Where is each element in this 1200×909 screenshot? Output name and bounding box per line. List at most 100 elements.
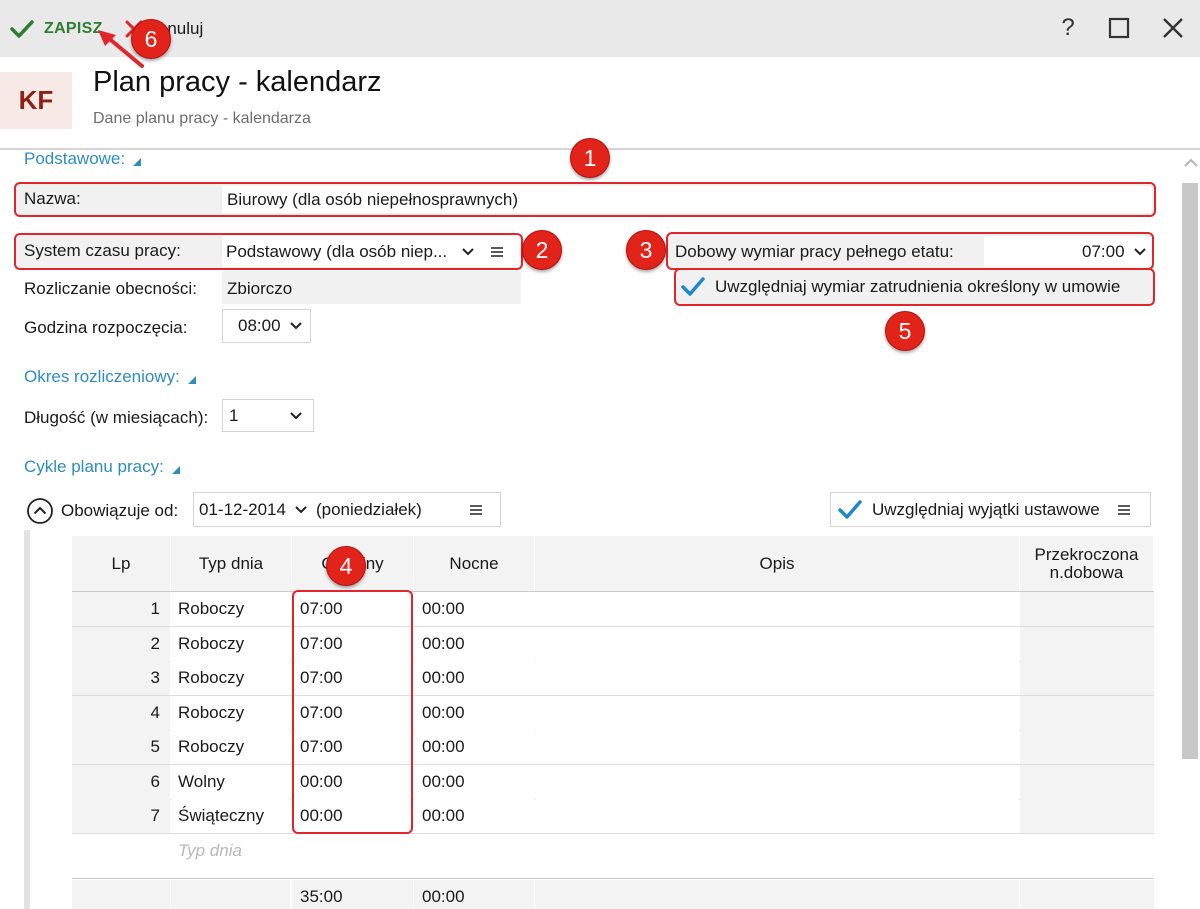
cell-exceeded — [1020, 799, 1154, 833]
total-hours: 35:00 — [292, 879, 413, 909]
cell-day-type[interactable]: Roboczy — [171, 626, 290, 661]
valid-from-label: Obowiązuje od: — [61, 501, 179, 520]
menu-icon[interactable] — [469, 504, 482, 516]
total-lp — [72, 879, 170, 909]
module-logo: KF — [0, 72, 72, 129]
annotation-box-3 — [666, 232, 1154, 270]
cell-day-type[interactable]: Roboczy — [171, 592, 290, 626]
cell-day-type[interactable]: Roboczy — [171, 661, 290, 695]
settlement-label: Rozliczanie obecności: — [24, 279, 197, 298]
cell-description[interactable] — [535, 799, 1019, 833]
days-table: Lp Typ dnia Godziny Nocne Opis Przekrocz… — [72, 536, 1154, 909]
cell-exceeded — [1020, 695, 1154, 730]
scrollbar-thumb[interactable] — [1182, 183, 1198, 759]
start-hour-select[interactable]: 08:00 — [222, 309, 311, 343]
length-select[interactable]: 1 — [222, 399, 314, 432]
cell-day-type[interactable]: Roboczy — [171, 695, 290, 730]
cell-night[interactable]: 00:00 — [414, 626, 534, 661]
section-period-label: Okres rozliczeniowy: — [24, 367, 180, 386]
maximize-button[interactable] — [1104, 13, 1134, 43]
cell-lp: 5 — [72, 730, 170, 764]
valid-from-select[interactable]: 01-12-2014 (poniedziałek) — [193, 492, 501, 527]
start-hour-value: 08:00 — [238, 316, 281, 335]
annotation-badge-5: 5 — [885, 311, 925, 351]
annotation-box-5 — [674, 268, 1155, 306]
help-icon: ? — [1061, 14, 1075, 41]
cell-night[interactable]: 00:00 — [414, 764, 534, 799]
valid-from-value: 01-12-2014 — [199, 499, 286, 519]
length-label: Długość (w miesiącach): — [24, 408, 209, 427]
page-subtitle: Dane planu pracy - kalendarza — [93, 110, 311, 127]
annotation-badge-3: 3 — [626, 230, 666, 270]
column-header-lp[interactable]: Lp — [72, 536, 171, 591]
collapse-triangle-icon — [171, 466, 180, 474]
checkmark-icon — [10, 20, 34, 38]
cell-description[interactable] — [535, 695, 1019, 730]
cell-lp: 4 — [72, 695, 170, 730]
cell-day-type[interactable]: Roboczy — [171, 730, 290, 764]
cell-exceeded — [1020, 764, 1154, 799]
annotation-badge-4: 4 — [326, 546, 366, 586]
save-button[interactable]: ZAPISZ — [10, 16, 103, 42]
cell-exceeded — [1020, 661, 1154, 695]
length-value: 1 — [229, 405, 239, 425]
cell-day-type[interactable]: Świąteczny — [171, 799, 290, 833]
chevron-up-circle-icon — [27, 498, 53, 524]
cell-exceeded — [1020, 592, 1154, 626]
column-header-description[interactable]: Opis — [535, 536, 1020, 591]
help-button[interactable]: ? — [1053, 13, 1083, 43]
start-hour-label: Godzina rozpoczęcia: — [24, 318, 188, 337]
section-cycles-label: Cykle planu pracy: — [24, 457, 164, 476]
cycle-group-bar — [24, 530, 30, 909]
cell-description[interactable] — [535, 626, 1019, 661]
section-cycles[interactable]: Cykle planu pracy: — [24, 457, 180, 477]
valid-from-day: (poniedziałek) — [315, 499, 422, 519]
close-window-button[interactable] — [1158, 13, 1188, 43]
total-description — [535, 879, 1019, 909]
cell-night[interactable]: 00:00 — [414, 730, 534, 764]
total-night: 00:00 — [414, 879, 534, 909]
scroll-up-button[interactable] — [1181, 152, 1200, 172]
annotation-badge-6: 6 — [131, 19, 171, 59]
chevron-down-icon — [295, 505, 307, 513]
collapse-cycle-button[interactable] — [26, 497, 54, 530]
chevron-down-icon — [289, 322, 302, 330]
menu-icon[interactable] — [1117, 504, 1130, 516]
cell-night[interactable]: 00:00 — [414, 695, 534, 730]
chevron-down-icon — [290, 411, 302, 419]
cell-description[interactable] — [535, 592, 1019, 626]
collapse-triangle-icon — [133, 158, 142, 166]
section-period[interactable]: Okres rozliczeniowy: — [24, 367, 196, 387]
exceptions-checkbox-label: Uwzględniaj wyjątki ustawowe — [872, 499, 1100, 519]
totals-divider — [72, 877, 1154, 879]
annotation-badge-2: 2 — [522, 230, 562, 270]
checkmark-icon — [838, 499, 862, 519]
new-row-day-type-input[interactable]: Typ dnia — [171, 833, 290, 868]
annotation-box-4 — [292, 590, 413, 834]
toolbar: ZAPISZ Anuluj ? — [0, 0, 1200, 57]
total-day-type — [171, 879, 290, 909]
column-header-day-type[interactable]: Typ dnia — [171, 536, 292, 591]
column-header-exceeded-daily-norm[interactable]: Przekroczona n.dobowa — [1020, 536, 1154, 591]
cell-exceeded — [1020, 730, 1154, 764]
cell-night[interactable]: 00:00 — [414, 799, 534, 833]
section-basic-label: Podstawowe: — [24, 149, 126, 168]
maximize-icon — [1108, 17, 1130, 39]
cell-description[interactable] — [535, 764, 1019, 799]
annotation-box-2 — [14, 233, 523, 270]
collapse-triangle-icon — [187, 376, 196, 384]
annotation-badge-1: 1 — [570, 138, 610, 178]
settlement-value: Zbiorczo — [227, 279, 293, 298]
cell-lp: 1 — [72, 592, 170, 626]
section-basic[interactable]: Podstawowe: — [24, 149, 142, 169]
column-header-night[interactable]: Nocne — [414, 536, 535, 591]
cell-description[interactable] — [535, 661, 1019, 695]
cell-lp: 7 — [72, 799, 170, 833]
cell-night[interactable]: 00:00 — [414, 592, 534, 626]
cell-night[interactable]: 00:00 — [414, 661, 534, 695]
close-icon — [1163, 18, 1183, 38]
chevron-up-icon — [1183, 158, 1198, 167]
exceptions-checkbox[interactable]: Uwzględniaj wyjątki ustawowe — [830, 492, 1151, 527]
cell-description[interactable] — [535, 730, 1019, 764]
cell-day-type[interactable]: Wolny — [171, 764, 290, 799]
